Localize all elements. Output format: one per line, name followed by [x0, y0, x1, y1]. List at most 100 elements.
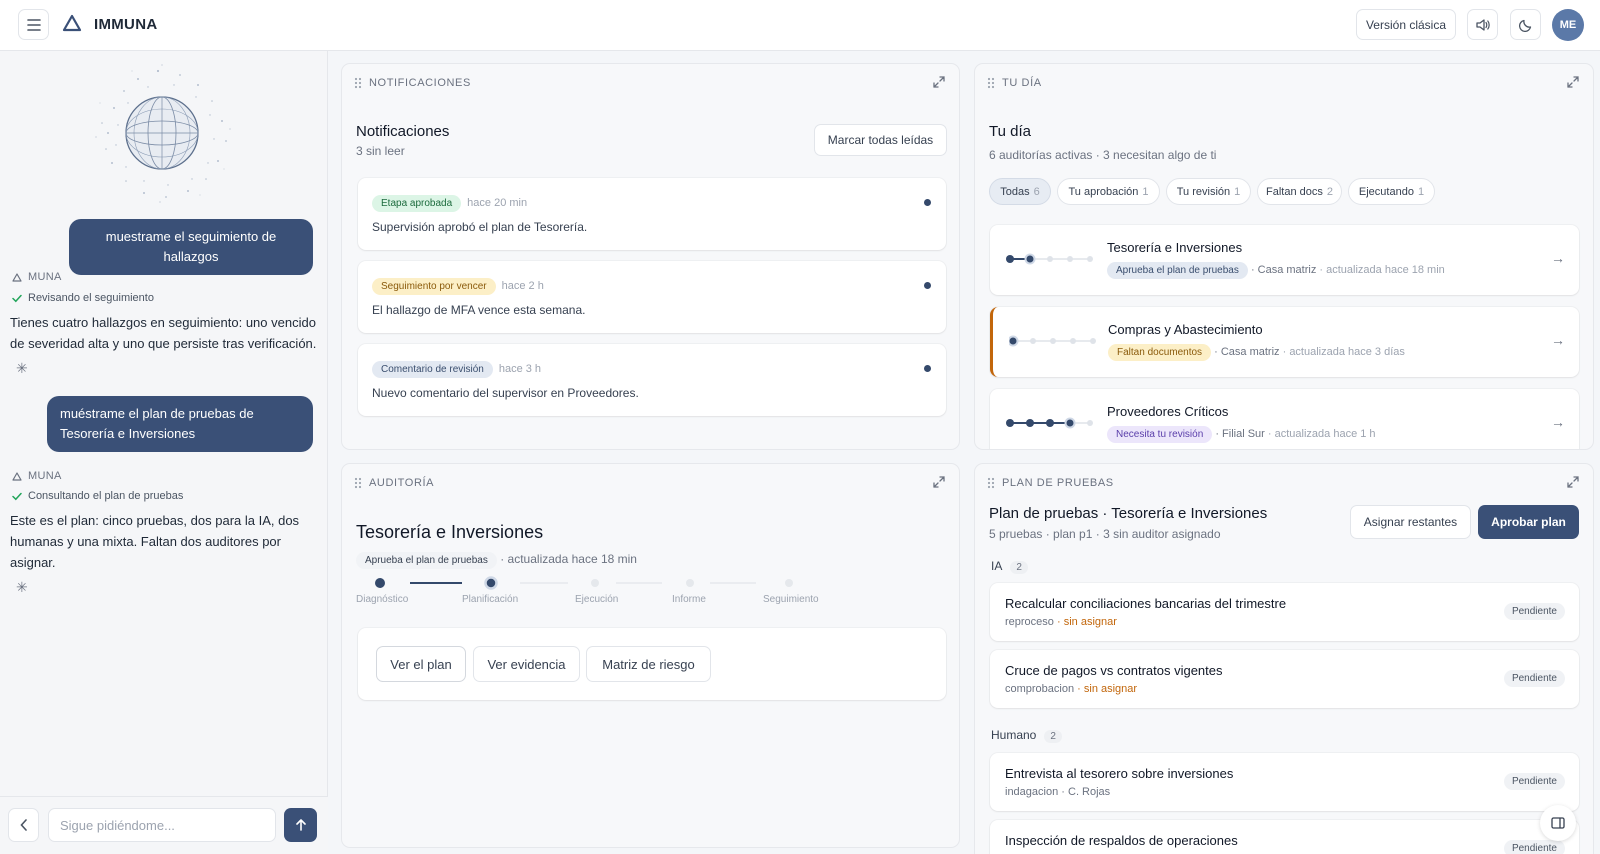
moon-icon — [1518, 19, 1531, 32]
audit-panel: AUDITORÍA Tesorería e Inversiones Aprueb… — [341, 463, 960, 848]
test-status-badge: Pendiente — [1503, 670, 1565, 687]
test-title: Cruce de pagos vs contratos vigentes — [1005, 663, 1223, 678]
drag-handle-icon[interactable] — [987, 77, 995, 89]
audit-updated: · actualizada hace 18 min — [1319, 264, 1445, 276]
filter-chip-review[interactable]: Tu revisión 1 — [1166, 178, 1251, 205]
assistant-status: Consultando el plan de pruebas — [12, 490, 183, 502]
notification-time: hace 2 h — [501, 280, 544, 292]
test-item[interactable]: Inspección de respaldos de operaciones P… — [990, 820, 1579, 854]
assistant-status: Revisando el seguimiento — [12, 292, 154, 304]
audit-card[interactable]: Proveedores Críticos Necesita tu revisió… — [990, 389, 1579, 449]
filter-chip-missing-docs[interactable]: Faltan docs 2 — [1257, 178, 1342, 205]
assistant-message: Tienes cuatro hallazgos en seguimiento: … — [10, 315, 317, 351]
chat-sidebar: muestrame el seguimiento de hallazgos MU… — [0, 51, 328, 854]
assign-remaining-button[interactable]: Asignar restantes — [1350, 505, 1471, 539]
notification-text: Supervisión aprobó el plan de Tesorería. — [372, 220, 588, 234]
filter-chip-approval[interactable]: Tu aprobación 1 — [1057, 178, 1160, 205]
expand-icon[interactable] — [933, 76, 945, 88]
test-title: Entrevista al tesorero sobre inversiones — [1005, 766, 1234, 781]
user-message: muéstrame el plan de pruebas de Tesorerí… — [47, 396, 313, 452]
sound-button[interactable] — [1467, 9, 1498, 40]
test-status-badge: Pendiente — [1503, 603, 1565, 620]
unread-dot — [924, 199, 931, 206]
logo-icon — [12, 471, 22, 481]
drag-handle-icon[interactable] — [987, 477, 995, 489]
filter-chip-executing[interactable]: Ejecutando 1 — [1348, 178, 1435, 205]
step-label: Ejecución — [575, 594, 619, 605]
test-status-badge: Pendiente — [1503, 773, 1565, 790]
test-item[interactable]: Recalcular conciliaciones bancarias del … — [990, 583, 1579, 641]
notification-time: hace 20 min — [467, 197, 528, 209]
drag-handle-icon[interactable] — [354, 77, 362, 89]
notification-item[interactable]: Comentario de revisión hace 3 h Nuevo com… — [358, 344, 946, 416]
sidebar-panel-icon — [1551, 817, 1565, 829]
user-avatar[interactable]: ME — [1552, 9, 1584, 41]
notification-badge: Seguimiento por vencer — [372, 278, 496, 295]
audit-status-badge: Aprueba el plan de pruebas — [1107, 262, 1248, 279]
classic-version-button[interactable]: Versión clásica — [1356, 9, 1456, 40]
toggle-panel-button[interactable] — [1540, 805, 1576, 841]
speaker-icon — [1476, 18, 1490, 31]
expand-icon[interactable] — [1567, 476, 1579, 488]
mark-all-read-button[interactable]: Marcar todas leídas — [814, 124, 947, 156]
expand-icon[interactable] — [933, 476, 945, 488]
stage-progress — [1006, 253, 1093, 265]
panel-header: PLAN DE PRUEBAS — [987, 477, 1114, 489]
audit-updated: · actualizada hace 18 min — [500, 552, 637, 566]
panel-header: TU DÍA — [987, 77, 1042, 89]
assistant-label: MUNA — [12, 470, 62, 482]
unread-dot — [924, 365, 931, 372]
menu-button[interactable] — [18, 9, 49, 40]
step-label: Informe — [672, 594, 706, 605]
chat-composer — [0, 796, 328, 854]
sparkle-icon: ✳ — [16, 360, 28, 376]
unread-dot — [924, 282, 931, 289]
logo-icon — [62, 14, 82, 32]
audit-name: Proveedores Críticos — [1107, 404, 1229, 419]
audit-actions-card: Ver el plan Ver evidencia Matriz de ries… — [358, 628, 946, 700]
test-title: Inspección de respaldos de operaciones — [1005, 833, 1238, 848]
group-label-human: Humano 2 — [991, 728, 1062, 743]
drag-handle-icon[interactable] — [354, 477, 362, 489]
test-meta: reproceso · sin asignar — [1005, 616, 1117, 628]
theme-toggle-button[interactable] — [1510, 9, 1541, 40]
notification-badge: Comentario de revisión — [372, 361, 493, 378]
view-evidence-button[interactable]: Ver evidencia — [473, 646, 580, 682]
view-plan-button[interactable]: Ver el plan — [376, 646, 466, 682]
today-panel: TU DÍA Tu día 6 auditorías activas · 3 n… — [974, 63, 1594, 450]
test-item[interactable]: Cruce de pagos vs contratos vigentes com… — [990, 650, 1579, 708]
risk-matrix-button[interactable]: Matriz de riesgo — [586, 646, 711, 682]
step-label: Diagnóstico — [356, 594, 409, 605]
test-plan-panel: PLAN DE PRUEBAS Plan de pruebas · Tesore… — [974, 463, 1594, 854]
top-bar: IMMUNA Versión clásica ME — [0, 0, 1600, 51]
audit-location: · Casa matriz — [1250, 264, 1317, 276]
test-item[interactable]: Entrevista al tesorero sobre inversiones… — [990, 753, 1579, 811]
user-message: muestrame el seguimiento de hallazgos — [69, 219, 313, 275]
group-label-ia: IA 2 — [991, 559, 1028, 574]
expand-icon[interactable] — [1567, 76, 1579, 88]
notification-text: Nuevo comentario del supervisor en Prove… — [372, 386, 639, 400]
check-icon — [12, 492, 22, 500]
sparkle-icon: ✳ — [16, 579, 28, 595]
panel-header: AUDITORÍA — [354, 477, 434, 489]
notification-time: hace 3 h — [498, 363, 542, 375]
test-meta: indagacion · C. Rojas — [1005, 786, 1111, 798]
send-button[interactable] — [284, 808, 317, 842]
assistant-globe-icon — [95, 64, 231, 203]
notification-item[interactable]: Etapa aprobada hace 20 min Supervisión ap… — [358, 178, 946, 250]
assistant-message: Este es el plan: cinco pruebas, dos para… — [10, 513, 300, 570]
chat-input[interactable] — [48, 808, 276, 842]
audit-card[interactable]: Compras y Abastecimiento Faltan document… — [990, 307, 1579, 377]
audit-stepper — [375, 576, 793, 590]
today-title: Tu día — [989, 123, 1031, 140]
approve-plan-button[interactable]: Aprobar plan — [1478, 505, 1579, 539]
step-label: Planificación — [462, 594, 519, 605]
audit-title: Tesorería e Inversiones — [356, 522, 544, 542]
filter-chip-all[interactable]: Todas 6 — [989, 178, 1051, 205]
test-meta: comprobacion · sin asignar — [1005, 683, 1138, 695]
audit-location: · Casa matriz — [1214, 346, 1280, 358]
audit-name: Compras y Abastecimiento — [1108, 322, 1263, 337]
notification-item[interactable]: Seguimiento por vencer hace 2 h El hallaz… — [358, 261, 946, 333]
collapse-sidebar-button[interactable] — [8, 808, 39, 842]
audit-card[interactable]: Tesorería e Inversiones Aprueba el plan … — [990, 225, 1579, 295]
